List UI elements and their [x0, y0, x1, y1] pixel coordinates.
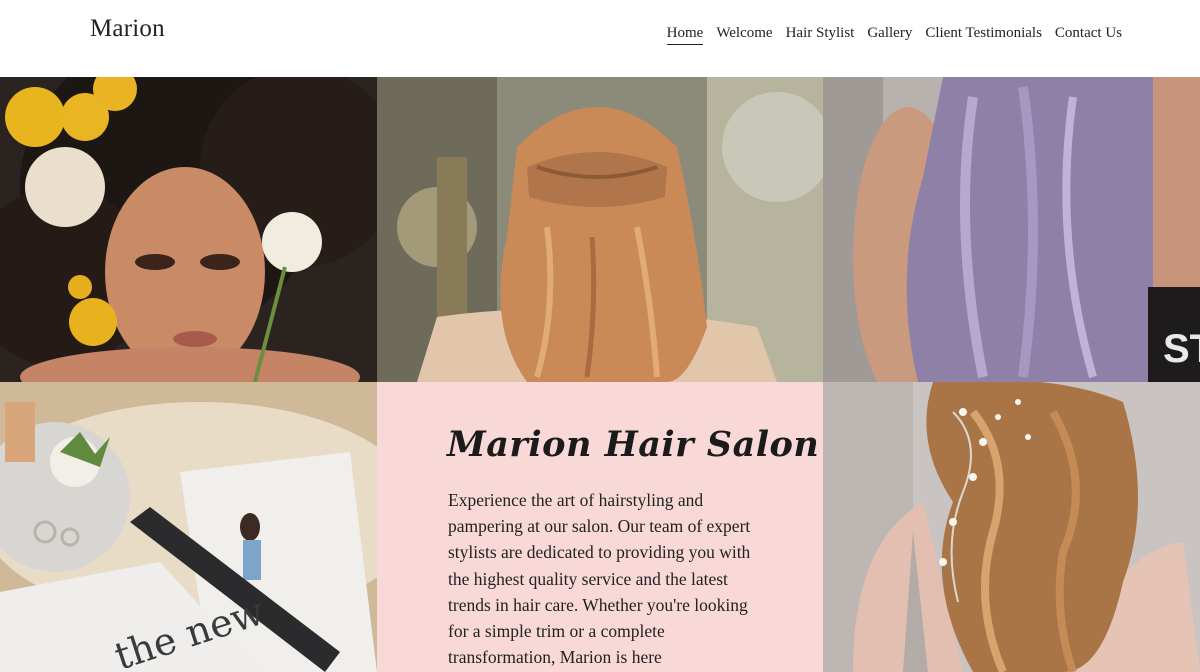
- site-logo[interactable]: Marion: [90, 15, 165, 43]
- photo-woman-with-flowers: [0, 77, 377, 382]
- nav-contact-us[interactable]: Contact Us: [1055, 25, 1122, 45]
- nav-welcome[interactable]: Welcome: [716, 25, 772, 45]
- salon-intro-panel: Marion Hair Salon Experience the art of …: [377, 382, 823, 672]
- gallery-grid: ST the new Marion Hair Salon Experience …: [0, 77, 1200, 672]
- photo-bridal-hair: [823, 382, 1200, 672]
- site-header: Marion Home Welcome Hair Stylist Gallery…: [0, 0, 1200, 77]
- salon-description: Experience the art of hairstyling and pa…: [448, 490, 751, 668]
- svg-text:ST: ST: [1163, 327, 1200, 371]
- salon-title: Marion Hair Salon: [447, 424, 820, 465]
- photo-flatlay-straightener: the new: [0, 382, 377, 672]
- nav-home[interactable]: Home: [666, 25, 704, 45]
- photo-braided-hair: [377, 77, 823, 382]
- main-nav: Home Welcome Hair Stylist Gallery Client…: [666, 25, 1122, 45]
- nav-gallery[interactable]: Gallery: [867, 25, 912, 45]
- nav-client-testimonials[interactable]: Client Testimonials: [925, 25, 1042, 45]
- nav-hair-stylist[interactable]: Hair Stylist: [786, 25, 855, 45]
- photo-lavender-hair: ST: [823, 77, 1200, 382]
